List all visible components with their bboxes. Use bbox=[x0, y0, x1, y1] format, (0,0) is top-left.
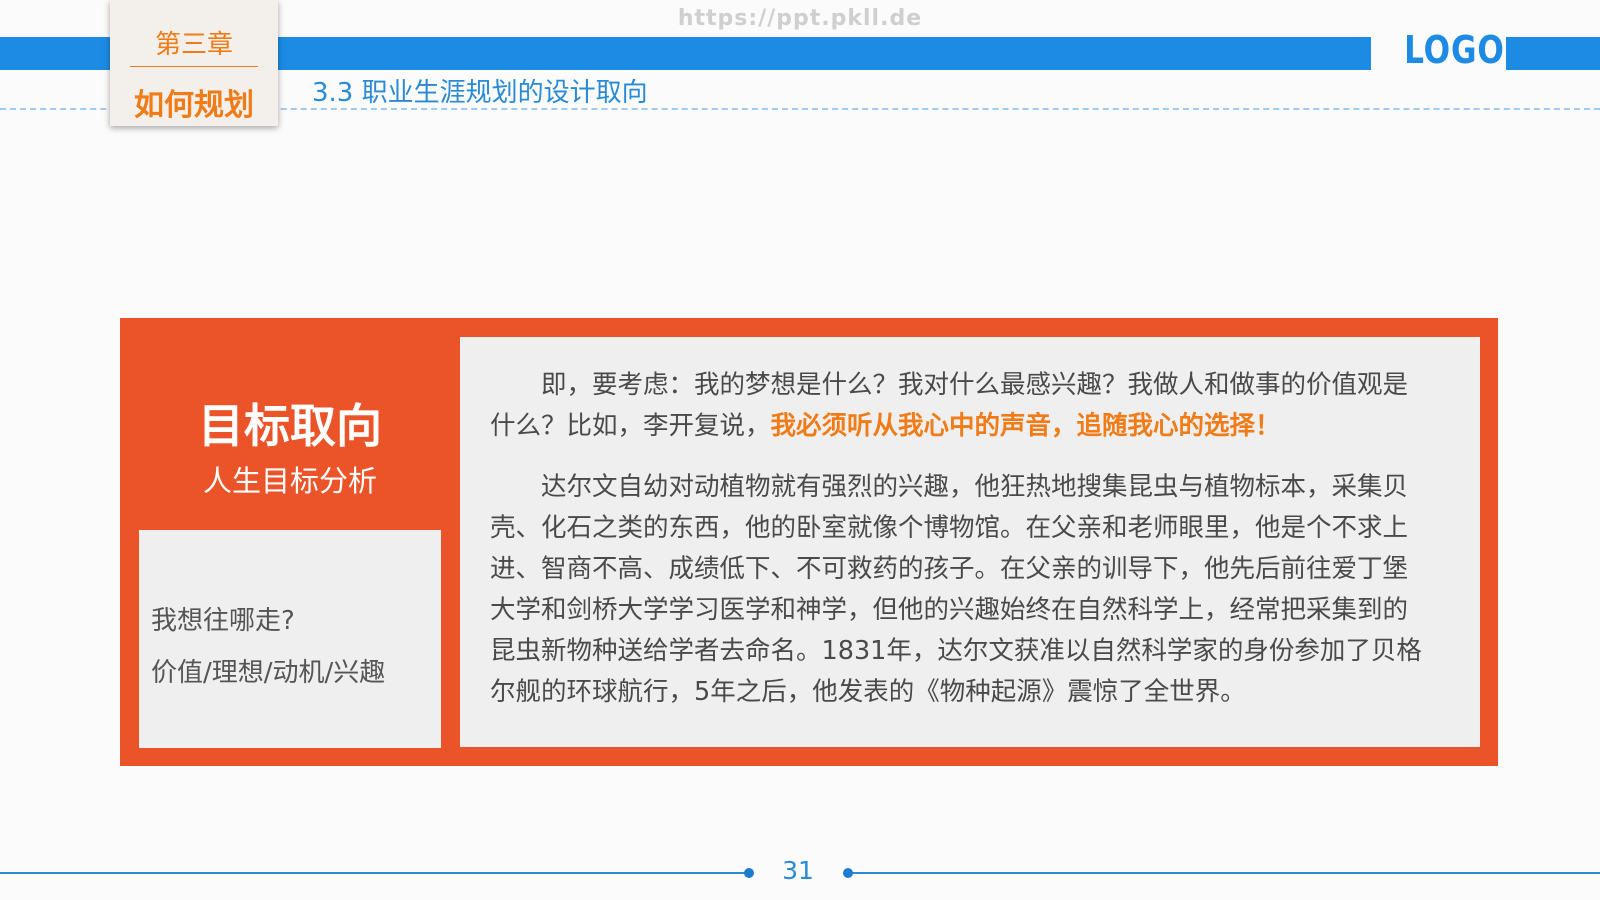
question-line: 我想往哪走? bbox=[151, 606, 295, 636]
question-box: 我想往哪走? 价值/理想/动机/兴趣 bbox=[139, 530, 441, 748]
page-number: 31 bbox=[782, 856, 814, 885]
paragraph-2: 达尔文自幼对动植物就有强烈的兴趣，他狂热地搜集昆虫与植物标本，采集贝壳、化石之类… bbox=[490, 472, 1422, 707]
logo: LOGO bbox=[1404, 28, 1505, 72]
chapter-title: 如何规划 bbox=[134, 88, 254, 123]
footer-dot-left bbox=[744, 868, 754, 878]
chapter-card: 第三章 如何规划 bbox=[110, 0, 278, 126]
highlight-quote: 我必须听从我心中的声音，追随我心的选择！ bbox=[770, 411, 1281, 441]
footer-line-right bbox=[848, 872, 1600, 874]
footer-dot-right bbox=[843, 868, 853, 878]
chapter-divider bbox=[130, 66, 258, 67]
card-heading: 目标取向 bbox=[198, 399, 382, 453]
body-text: 即，要考虑：我的梦想是什么？我对什么最感兴趣？我做人和做事的价值观是什么？比如，… bbox=[490, 365, 1430, 713]
chapter-number: 第三章 bbox=[154, 30, 233, 60]
content-card: 目标取向 人生目标分析 我想往哪走? 价值/理想/动机/兴趣 即，要考虑：我的梦… bbox=[120, 318, 1498, 766]
header-bar-right bbox=[1506, 37, 1600, 70]
text-box: 即，要考虑：我的梦想是什么？我对什么最感兴趣？我做人和做事的价值观是什么？比如，… bbox=[460, 337, 1480, 747]
card-subheading: 人生目标分析 bbox=[202, 464, 377, 498]
section-title: 3.3 职业生涯规划的设计取向 bbox=[312, 78, 648, 108]
question-line: 价值/理想/动机/兴趣 bbox=[151, 658, 386, 688]
paragraph-1: 即，要考虑：我的梦想是什么？我对什么最感兴趣？我做人和做事的价值观是什么？比如，… bbox=[490, 365, 1430, 447]
footer-line-left bbox=[0, 872, 748, 874]
